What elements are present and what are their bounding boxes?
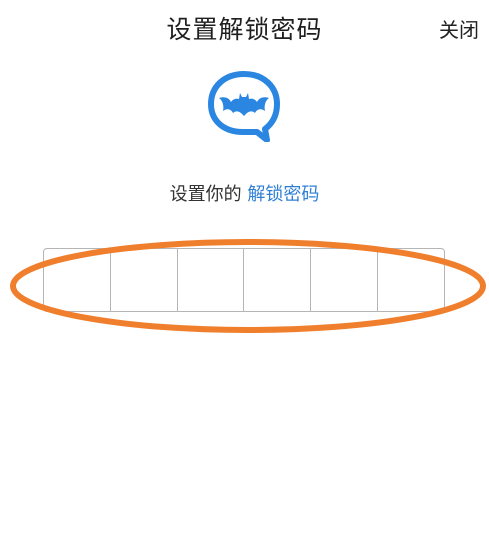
prompt-text: 设置你的 [169, 184, 242, 205]
passcode-digit-3[interactable] [178, 249, 245, 311]
passcode-digit-4[interactable] [244, 249, 312, 311]
passcode-digit-1[interactable] [44, 249, 111, 311]
passcode-prompt: 设置你的 解锁密码 [0, 180, 489, 206]
page-title: 设置解锁密码 [166, 15, 323, 44]
set-passcode-screen: 设置解锁密码 关闭 设置你的 解锁密码 [0, 0, 489, 548]
prompt-highlight: 解锁密码 [247, 184, 320, 205]
passcode-digit-2[interactable] [111, 249, 178, 311]
passcode-input[interactable] [43, 248, 445, 312]
bat-chat-bubble-icon [208, 71, 280, 142]
passcode-digit-5[interactable] [311, 249, 379, 311]
passcode-digit-6[interactable] [378, 249, 444, 311]
close-button[interactable]: 关闭 [439, 14, 479, 43]
